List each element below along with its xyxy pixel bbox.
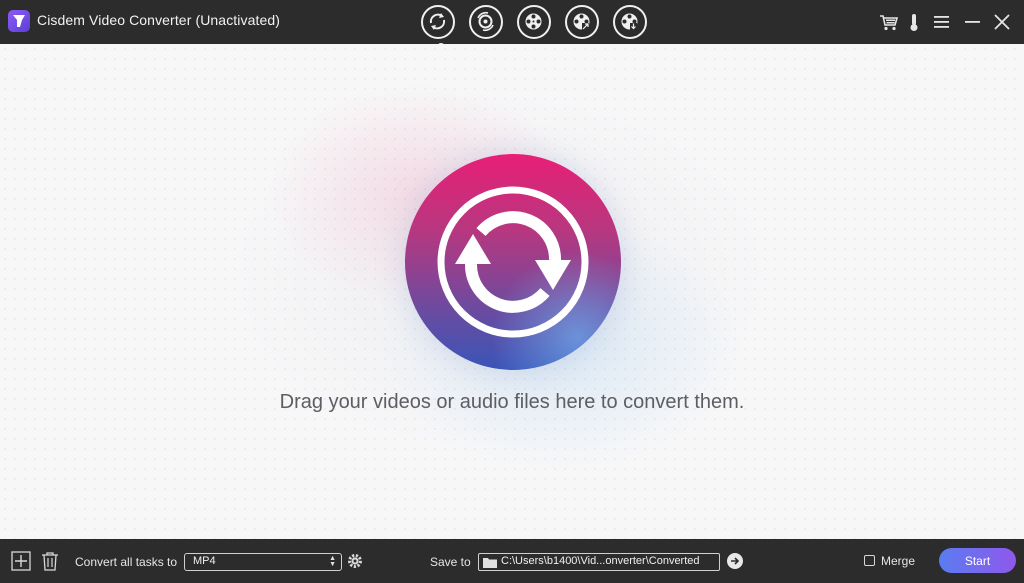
minimize-button[interactable]	[961, 11, 983, 33]
menu-button[interactable]	[930, 11, 952, 33]
menu-icon	[934, 16, 949, 28]
format-settings-button[interactable]	[347, 553, 363, 572]
app-title: Cisdem Video Converter (Unactivated)	[37, 12, 281, 28]
bottom-bar: Convert all tasks to MP4 ▲ ▼ Save to C:\U…	[0, 539, 1024, 583]
file-drop-area[interactable]: Drag your videos or audio files here to …	[0, 44, 1024, 539]
save-to-label: Save to	[430, 555, 471, 569]
open-output-folder-button[interactable]	[727, 553, 743, 569]
minimize-icon	[965, 21, 980, 23]
drop-hint-text: Drag your videos or audio files here to …	[279, 391, 745, 413]
add-file-button[interactable]	[11, 551, 31, 574]
title-bar: Cisdem Video Converter (Unactivated)	[0, 0, 1024, 47]
tab-rip[interactable]	[469, 5, 503, 39]
gear-icon	[348, 554, 362, 568]
film-reel-compress-icon	[573, 13, 590, 30]
merge-label: Merge	[881, 554, 916, 568]
close-icon	[994, 14, 1010, 30]
updown-arrows-icon: ▲ ▼	[329, 555, 336, 568]
cart-button[interactable]	[878, 11, 900, 33]
output-format-select[interactable]: MP4 ▲ ▼	[184, 553, 342, 571]
arrow-right-icon	[731, 557, 740, 565]
save-path-field[interactable]: C:\Users\b1400\Vid...onverter\Converted	[478, 553, 720, 571]
save-path-value: C:\Users\b1400\Vid...onverter\Converted	[501, 555, 700, 567]
format-value: MP4	[193, 555, 216, 567]
rip-icon	[477, 11, 494, 32]
plus-square-icon	[11, 551, 31, 571]
tab-edit[interactable]	[517, 5, 551, 39]
merge-checkbox[interactable]	[864, 555, 875, 566]
convert-arrows-icon	[405, 154, 621, 370]
start-button[interactable]: Start	[939, 548, 1016, 573]
convert-all-label: Convert all tasks to	[75, 555, 178, 569]
film-reel-download-icon	[621, 13, 638, 30]
tab-download[interactable]	[613, 5, 647, 39]
cart-icon	[880, 15, 899, 31]
tab-compress[interactable]	[565, 5, 599, 39]
register-button[interactable]	[903, 11, 925, 33]
delete-button[interactable]	[40, 551, 60, 574]
trash-icon	[42, 552, 58, 571]
add-files-button[interactable]	[405, 154, 621, 370]
tab-convert[interactable]	[421, 5, 455, 47]
app-logo-icon	[8, 10, 30, 32]
folder-icon	[483, 558, 497, 568]
thermometer-icon	[910, 14, 918, 31]
close-button[interactable]	[991, 11, 1013, 33]
convert-icon	[429, 13, 446, 30]
film-reel-icon	[525, 13, 542, 30]
